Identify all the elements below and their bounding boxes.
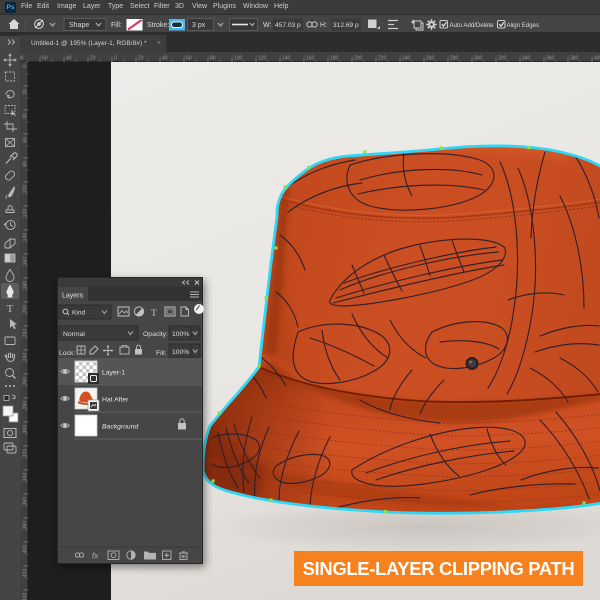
svg-text:Align Edges: Align Edges: [507, 22, 540, 29]
svg-text:60: 60: [186, 56, 192, 62]
svg-text:440: 440: [23, 593, 29, 600]
svg-text:80: 80: [23, 161, 29, 167]
svg-text:300: 300: [23, 425, 29, 434]
svg-text:20: 20: [90, 56, 96, 62]
svg-text:Shape: Shape: [69, 22, 89, 29]
svg-text:20: 20: [23, 89, 29, 95]
svg-text:40: 40: [162, 56, 168, 62]
svg-text:100%: 100%: [172, 331, 189, 338]
svg-text:Stroke:: Stroke:: [147, 22, 169, 29]
svg-text:320: 320: [23, 449, 29, 458]
svg-text:380: 380: [570, 56, 579, 62]
svg-text:Kind: Kind: [72, 310, 86, 317]
svg-text:220: 220: [378, 56, 387, 62]
svg-text:Opacity:: Opacity:: [143, 331, 168, 338]
svg-text:457.03 p: 457.03 p: [275, 22, 301, 29]
svg-text:180: 180: [23, 281, 29, 290]
svg-text:60: 60: [23, 137, 29, 143]
svg-text:140: 140: [23, 233, 29, 242]
svg-text:320: 320: [498, 56, 507, 62]
svg-text:260: 260: [426, 56, 435, 62]
svg-text:Layer-1: Layer-1: [102, 370, 125, 377]
svg-text:220: 220: [23, 329, 29, 338]
svg-text:240: 240: [23, 353, 29, 362]
svg-text:400: 400: [23, 545, 29, 554]
svg-text:20: 20: [138, 56, 144, 62]
svg-text:40: 40: [23, 113, 29, 119]
svg-text:0: 0: [114, 56, 117, 62]
svg-text:120: 120: [23, 209, 29, 218]
svg-text:60: 60: [42, 56, 48, 62]
svg-text:280: 280: [450, 56, 459, 62]
svg-text:160: 160: [23, 257, 29, 266]
svg-text:120: 120: [258, 56, 267, 62]
svg-text:340: 340: [522, 56, 531, 62]
svg-text:Normal: Normal: [63, 331, 85, 338]
svg-text:200: 200: [354, 56, 363, 62]
svg-text:312.69 p: 312.69 p: [333, 22, 359, 29]
svg-text:240: 240: [402, 56, 411, 62]
svg-text:340: 340: [23, 473, 29, 482]
svg-text:Auto Add/Delete: Auto Add/Delete: [450, 22, 495, 29]
svg-text:Layers: Layers: [62, 293, 84, 300]
svg-text:360: 360: [546, 56, 555, 62]
svg-text:140: 140: [282, 56, 291, 62]
svg-text:T: T: [7, 303, 14, 315]
svg-text:280: 280: [23, 401, 29, 410]
svg-text:0: 0: [23, 65, 29, 68]
svg-text:Lock:: Lock:: [59, 350, 75, 357]
svg-text:T: T: [151, 309, 157, 319]
svg-text:Hat After: Hat After: [102, 397, 129, 404]
svg-text:fx: fx: [92, 552, 99, 561]
svg-text:100: 100: [23, 185, 29, 194]
svg-text:200: 200: [23, 305, 29, 314]
svg-text:380: 380: [23, 521, 29, 530]
svg-text:W:: W:: [263, 22, 271, 29]
svg-text:Fill:: Fill:: [111, 22, 122, 29]
svg-text:40: 40: [66, 56, 72, 62]
svg-text:100%: 100%: [172, 349, 189, 356]
svg-text:300: 300: [474, 56, 483, 62]
svg-text:Background: Background: [102, 424, 138, 431]
svg-text:H:: H:: [320, 22, 327, 29]
svg-text:420: 420: [23, 569, 29, 578]
svg-text:180: 180: [330, 56, 339, 62]
svg-text:80: 80: [210, 56, 216, 62]
svg-text:3 px: 3 px: [192, 22, 206, 29]
svg-text:260: 260: [23, 377, 29, 386]
svg-text:80: 80: [20, 56, 24, 62]
svg-text:Fill:: Fill:: [156, 350, 167, 357]
svg-text:360: 360: [23, 497, 29, 506]
svg-text:160: 160: [306, 56, 315, 62]
svg-text:400: 400: [594, 56, 600, 62]
svg-text:100: 100: [234, 56, 243, 62]
